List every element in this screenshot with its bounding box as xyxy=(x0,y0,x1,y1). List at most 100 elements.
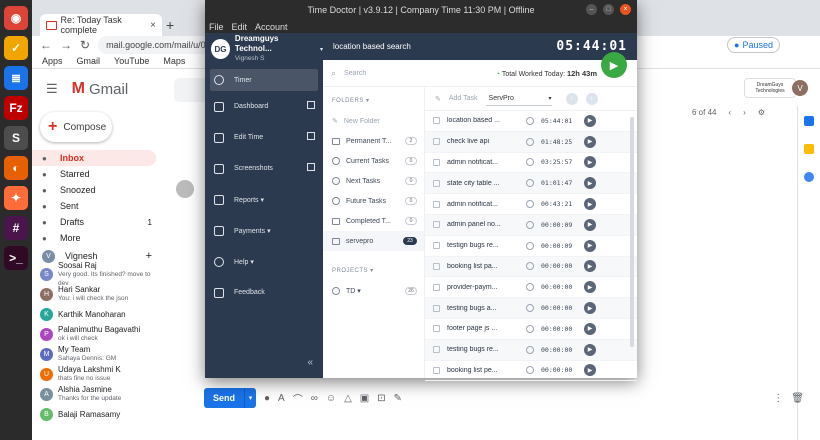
folder-item[interactable]: Permanent T... 2 xyxy=(323,131,424,151)
task-checkbox[interactable] xyxy=(433,221,440,229)
profile-button[interactable]: ● Paused xyxy=(727,37,780,53)
add-task-input[interactable]: Add Task xyxy=(449,95,478,102)
account-brand-badge[interactable]: DreamGuys Technologies xyxy=(744,78,796,98)
chrome-icon[interactable]: ◉ xyxy=(4,6,28,30)
timedoctor-icon[interactable]: ✓ xyxy=(4,36,28,60)
play-task-icon[interactable]: ▶ xyxy=(584,281,596,294)
td-nav-edit-time[interactable]: Edit Time xyxy=(205,122,323,153)
task-row[interactable]: booking list pe... 00:00:00 ▶ xyxy=(425,361,637,382)
forward-icon[interactable]: → xyxy=(60,38,72,52)
task-row[interactable]: testing bugs a... 00:00:00 ▶ xyxy=(425,298,637,319)
task-checkbox[interactable] xyxy=(433,325,440,333)
discard-draft-icon[interactable]: 🗑 xyxy=(791,393,804,404)
task-row[interactable]: admin notificat... 00:43:21 ▶ xyxy=(425,194,637,215)
task-checkbox[interactable] xyxy=(433,179,440,187)
settings-icon[interactable]: ⚙ xyxy=(758,108,765,117)
task-checkbox[interactable] xyxy=(433,304,440,312)
task-row[interactable]: state city table ... 01:01:47 ▶ xyxy=(425,173,637,195)
close-icon[interactable]: × xyxy=(620,4,631,15)
new-folder-button[interactable]: ✎ New Folder xyxy=(323,111,424,131)
photo-icon[interactable]: ▣ xyxy=(360,393,369,404)
firefox-icon[interactable]: ◐ xyxy=(4,156,28,180)
play-task-icon[interactable]: ▶ xyxy=(584,177,596,190)
filezilla-icon[interactable]: Fz xyxy=(4,96,28,120)
task-row[interactable]: testign bugs re... 00:00:09 ▶ xyxy=(425,236,637,257)
chat-contact[interactable]: B Balaji Ramasamy xyxy=(32,404,160,424)
postman-icon[interactable]: ✦ xyxy=(4,186,28,210)
td-nav-dashboard[interactable]: Dashboard xyxy=(205,91,323,122)
back-icon[interactable]: ← xyxy=(40,38,52,52)
terminal-icon[interactable]: >_ xyxy=(4,246,28,270)
next-mail-icon[interactable]: › xyxy=(743,108,746,117)
task-list-scrollbar[interactable] xyxy=(630,117,634,347)
task-row[interactable]: testing bugs re... 00:00:00 ▶ xyxy=(425,339,637,361)
task-checkbox[interactable] xyxy=(433,117,440,125)
chat-contact[interactable]: U Udaya Lakshmi Kthats fine no issue xyxy=(32,364,160,384)
task-checkbox[interactable] xyxy=(433,262,440,270)
main-menu-icon[interactable]: ☰ xyxy=(46,81,58,97)
play-task-icon[interactable]: ▶ xyxy=(584,364,596,377)
docs-icon[interactable]: ≣ xyxy=(4,66,28,90)
text-format-icon[interactable]: A xyxy=(278,393,285,404)
attach-icon[interactable]: ⌒ xyxy=(293,391,303,406)
maximize-icon[interactable]: □ xyxy=(603,4,614,15)
collapse-sidebar-icon[interactable]: « xyxy=(307,357,313,368)
task-row[interactable]: booking list pa... 00:00:00 ▶ xyxy=(425,256,637,278)
bookmark-gmail[interactable]: Gmail xyxy=(77,56,101,66)
task-row[interactable]: check live api 01:48:25 ▶ xyxy=(425,131,637,153)
emoji-icon[interactable]: ☺ xyxy=(326,393,336,404)
play-task-icon[interactable]: ▶ xyxy=(584,343,596,356)
task-checkbox[interactable] xyxy=(433,366,440,374)
td-nav-reports[interactable]: Reports ▾ xyxy=(205,184,323,215)
compose-button[interactable]: + Compose xyxy=(40,112,112,142)
task-row[interactable]: admin panel no... 00:00:09 ▶ xyxy=(425,214,637,236)
nav-item-sent[interactable]: ● Sent xyxy=(32,198,160,214)
formatting-icon[interactable]: ● xyxy=(264,393,270,404)
slack-icon[interactable]: # xyxy=(4,216,28,240)
more-options-icon[interactable]: ⋮ xyxy=(773,393,783,404)
play-task-icon[interactable]: ▶ xyxy=(584,260,596,273)
td-account-switcher[interactable]: DG Dreamguys Technol... Vignesh S ▾ xyxy=(205,33,323,65)
task-checkbox[interactable] xyxy=(433,242,440,250)
task-search-input[interactable]: Search xyxy=(344,70,366,77)
td-nav-screenshots[interactable]: Screenshots xyxy=(205,153,323,184)
chat-contact[interactable]: A Alshia Jasmine Thanks for the update xyxy=(32,384,160,404)
start-timer-button[interactable]: ▶ xyxy=(601,52,627,78)
play-task-icon[interactable]: ▶ xyxy=(584,114,596,127)
nav-item-starred[interactable]: ● Starred xyxy=(32,166,160,182)
tab-gmail[interactable]: Re: Today Task complete × xyxy=(40,14,162,36)
prev-page-icon[interactable]: ‹ xyxy=(565,92,578,105)
folder-item[interactable]: Completed T... 0 xyxy=(323,211,424,231)
lock-icon[interactable]: ⊡ xyxy=(377,393,385,404)
project-item[interactable]: TD ▾ 26 xyxy=(323,281,424,301)
prev-mail-icon[interactable]: ‹ xyxy=(728,108,731,117)
play-task-icon[interactable]: ▶ xyxy=(584,218,596,231)
folders-header[interactable]: FOLDERS ▾ xyxy=(323,87,424,111)
projects-header[interactable]: PROJECTS ▾ xyxy=(323,251,424,281)
close-tab-icon[interactable]: × xyxy=(150,20,156,31)
task-checkbox[interactable] xyxy=(433,283,440,291)
play-task-icon[interactable]: ▶ xyxy=(584,239,596,252)
sublime-icon[interactable]: S xyxy=(4,126,28,150)
minimize-icon[interactable]: – xyxy=(586,4,597,15)
nav-item-more[interactable]: ● More xyxy=(32,230,160,246)
task-row[interactable]: footer page js ... 00:00:00 ▶ xyxy=(425,319,637,340)
signature-icon[interactable]: ✎ xyxy=(394,393,402,404)
account-avatar[interactable]: V xyxy=(792,80,808,96)
chat-contact[interactable]: M My Team Sahaya Dennis: GM xyxy=(32,344,160,364)
play-task-icon[interactable]: ▶ xyxy=(584,198,596,211)
task-checkbox[interactable] xyxy=(433,138,440,146)
bookmark-youtube[interactable]: YouTube xyxy=(114,56,149,66)
task-checkbox[interactable] xyxy=(433,158,440,166)
menu-edit[interactable]: Edit xyxy=(232,22,248,32)
folder-item[interactable]: servepro 23 xyxy=(323,231,424,251)
send-options-button[interactable]: ▾ xyxy=(244,388,256,408)
menu-account[interactable]: Account xyxy=(255,22,288,32)
new-tab-button[interactable]: + xyxy=(166,17,174,33)
nav-item-drafts[interactable]: ● Drafts 1 xyxy=(32,214,160,230)
calendar-icon[interactable] xyxy=(804,116,814,126)
gmail-logo[interactable]: M Gmail xyxy=(72,80,129,98)
folder-item[interactable]: Current Tasks 0 xyxy=(323,151,424,171)
td-nav-clock[interactable]: Timer xyxy=(210,69,318,91)
play-task-icon[interactable]: ▶ xyxy=(584,156,596,169)
